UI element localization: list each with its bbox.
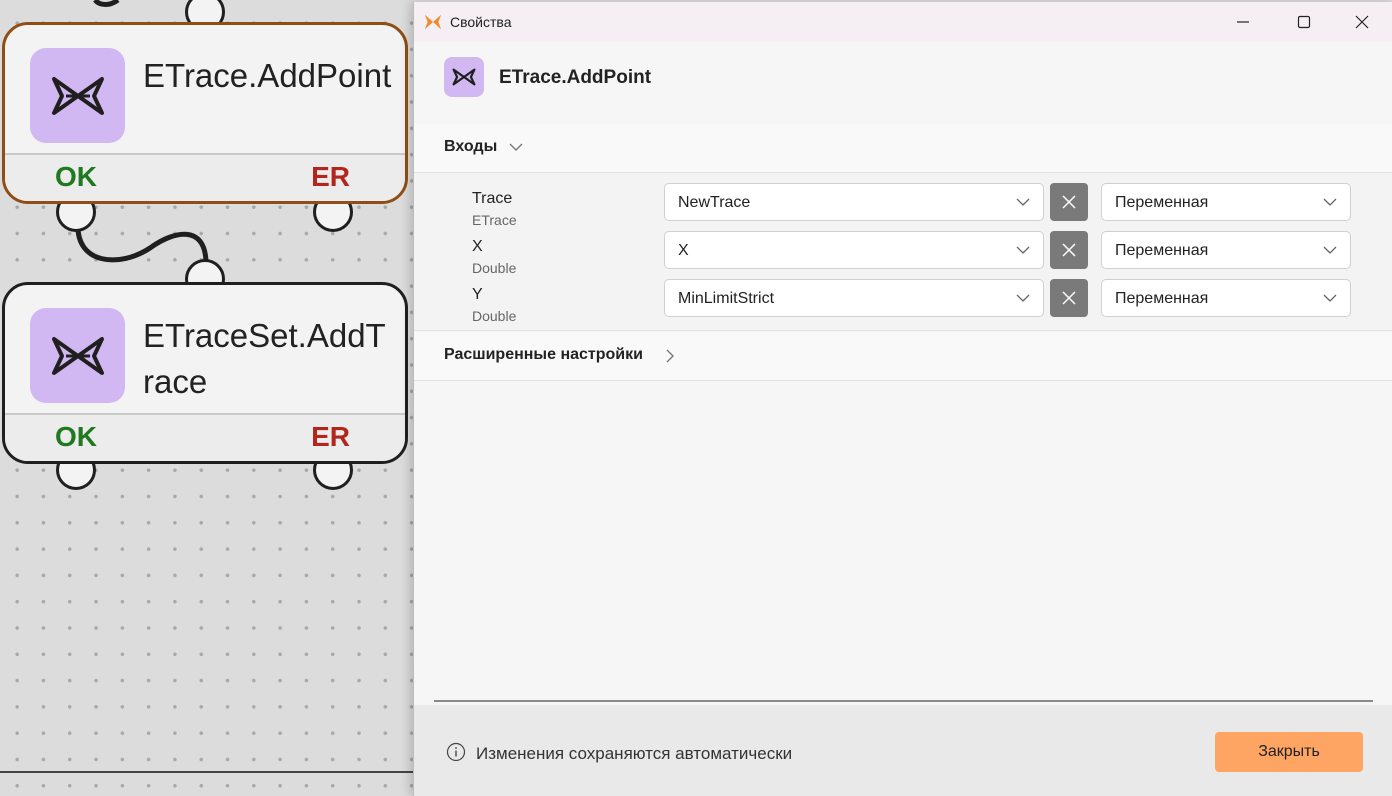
param-name: X <box>472 238 483 255</box>
node-ok-label: OK <box>55 161 97 192</box>
chevron-right-icon <box>666 349 674 363</box>
close-window-button[interactable] <box>1332 2 1392 42</box>
param-mode: Переменная <box>1115 242 1209 259</box>
chevron-down-icon <box>1016 246 1030 254</box>
clear-value-button[interactable] <box>1050 231 1088 269</box>
param-value-combo[interactable]: MinLimitStrict <box>664 279 1044 317</box>
param-row-y: Y Double MinLimitStrict Переменная <box>414 277 1392 325</box>
inputs-section-label: Входы <box>444 138 498 155</box>
param-type: Double <box>472 260 517 276</box>
flow-node-etraceset-addtrace[interactable]: ETraceSet.AddTrace OK ER <box>2 282 408 464</box>
param-row-trace: Trace ETrace NewTrace Переменная <box>414 181 1392 229</box>
chevron-down-icon <box>1016 198 1030 206</box>
flow-node-etrace-addpoint[interactable]: ETrace.AddPoint OK ER <box>2 22 408 204</box>
param-value: MinLimitStrict <box>678 290 775 307</box>
window-title: Свойства <box>450 14 512 30</box>
param-mode: Переменная <box>1115 290 1209 307</box>
close-icon <box>1062 291 1076 305</box>
node-er-label: ER <box>311 421 350 452</box>
app-logo-icon <box>424 14 442 30</box>
close-icon <box>1062 195 1076 209</box>
chevron-down-icon <box>509 143 523 151</box>
node-title: ETraceSet.AddTrace <box>143 317 386 400</box>
param-mode: Переменная <box>1115 194 1209 211</box>
butterfly-icon <box>30 308 125 403</box>
param-row-x: X Double X Переменная <box>414 229 1392 277</box>
chevron-down-icon <box>1323 198 1337 206</box>
close-button[interactable]: Закрыть <box>1215 732 1363 772</box>
footer-divider <box>434 700 1373 702</box>
minimize-button[interactable] <box>1213 2 1273 42</box>
autosave-info-text: Изменения сохраняются автоматически <box>476 744 793 763</box>
param-value: X <box>678 242 689 259</box>
maximize-button[interactable] <box>1274 2 1334 42</box>
node-footer: OK ER <box>5 413 405 461</box>
dialog-header: ETrace.AddPoint <box>414 42 1392 124</box>
canvas-divider <box>0 771 420 773</box>
close-icon <box>1355 15 1369 29</box>
minimize-icon <box>1237 21 1249 23</box>
advanced-section-label: Расширенные настройки <box>444 346 643 363</box>
param-mode-combo[interactable]: Переменная <box>1101 183 1351 221</box>
node-footer: OK ER <box>5 153 405 201</box>
info-icon <box>446 742 466 762</box>
dialog-footer: Изменения сохраняются автоматически Закр… <box>414 705 1392 796</box>
dialog-title: ETrace.AddPoint <box>499 67 652 88</box>
param-value-combo[interactable]: NewTrace <box>664 183 1044 221</box>
param-name: Trace <box>472 190 513 207</box>
node-ok-label: OK <box>55 421 97 452</box>
param-value-combo[interactable]: X <box>664 231 1044 269</box>
node-er-label: ER <box>311 161 350 192</box>
clear-value-button[interactable] <box>1050 279 1088 317</box>
close-icon <box>1062 243 1076 257</box>
param-name: Y <box>472 286 483 303</box>
param-type: Double <box>472 308 517 324</box>
chevron-down-icon <box>1016 294 1030 302</box>
title-bar[interactable]: Свойства <box>414 2 1392 42</box>
butterfly-icon <box>444 57 484 97</box>
chevron-down-icon <box>1323 246 1337 254</box>
maximize-icon <box>1297 15 1311 29</box>
inputs-section-header[interactable]: Входы <box>414 124 1392 173</box>
node-title: ETrace.AddPoint <box>143 57 392 94</box>
param-mode-combo[interactable]: Переменная <box>1101 231 1351 269</box>
clear-value-button[interactable] <box>1050 183 1088 221</box>
param-value: NewTrace <box>678 194 751 211</box>
chevron-down-icon <box>1323 294 1337 302</box>
param-type: ETrace <box>472 212 517 228</box>
param-mode-combo[interactable]: Переменная <box>1101 279 1351 317</box>
butterfly-icon <box>30 48 125 143</box>
inputs-panel: Trace ETrace NewTrace Переменная X Doubl… <box>414 173 1392 331</box>
properties-dialog: Свойства ETrace.AddPoint Входы Trace ETr… <box>413 2 1392 796</box>
advanced-section-header[interactable]: Расширенные настройки <box>414 332 1392 381</box>
